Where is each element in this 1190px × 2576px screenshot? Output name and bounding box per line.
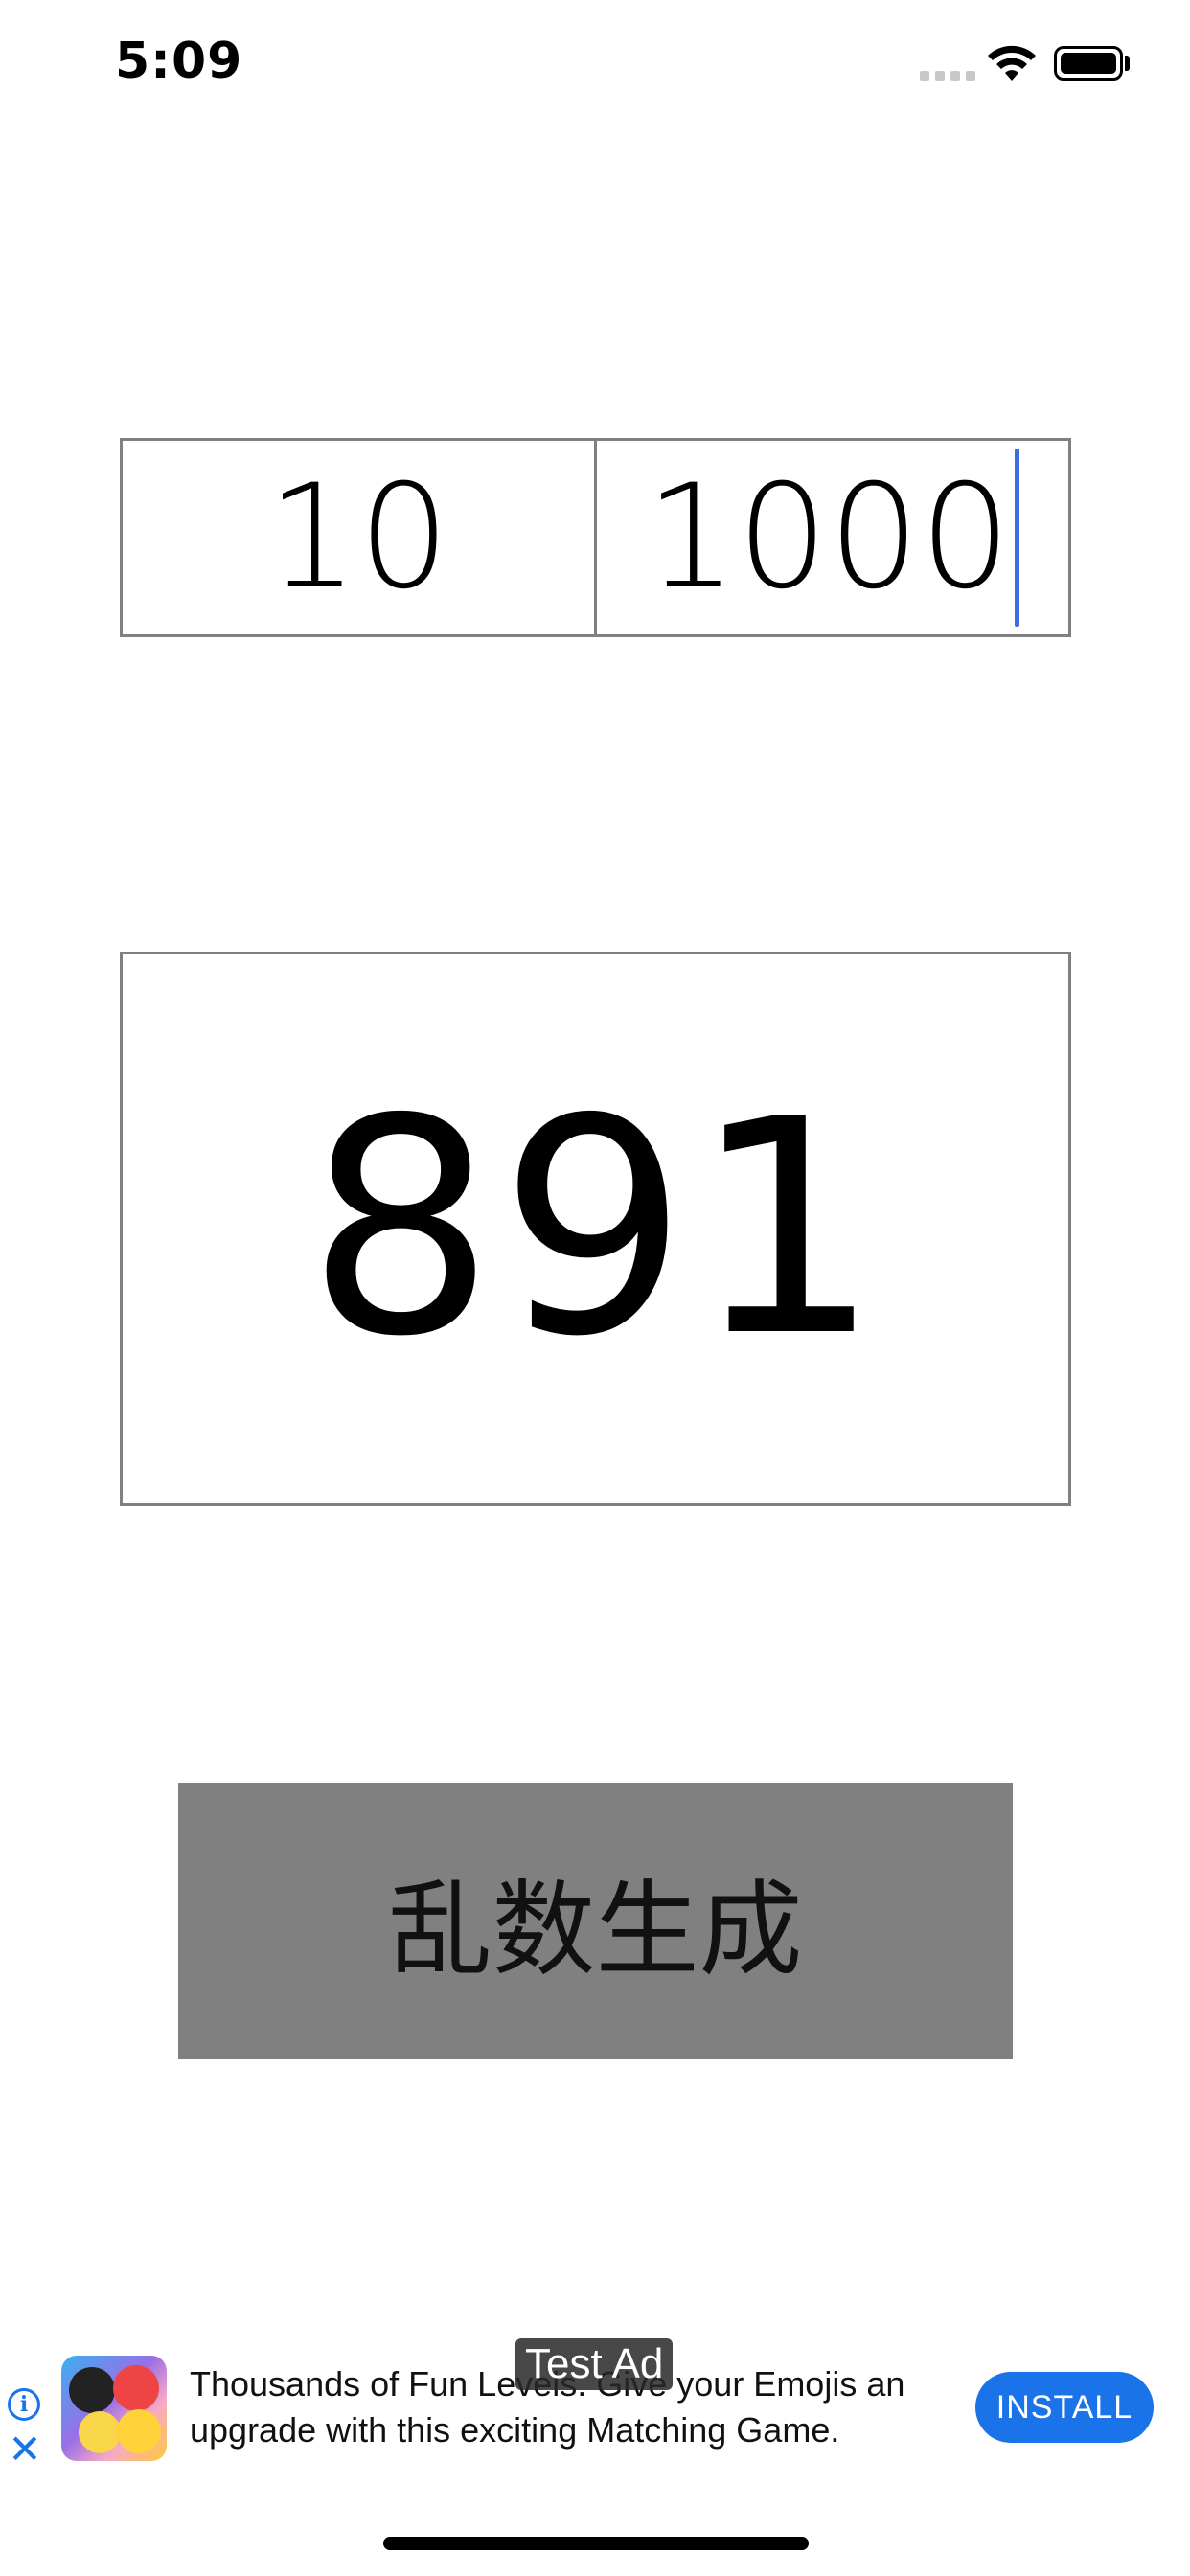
home-indicator[interactable]	[383, 2537, 809, 2550]
status-time: 5:09	[115, 33, 243, 90]
ad-text-line-2: upgrade with this exciting Matching Game…	[190, 2410, 840, 2450]
info-icon[interactable]: i	[8, 2388, 40, 2421]
cellular-signal-icon	[920, 71, 975, 80]
min-value-field[interactable]: 10	[123, 441, 594, 634]
ad-app-icon[interactable]	[61, 2356, 167, 2461]
generate-random-button[interactable]: 乱数生成	[178, 1783, 1013, 2058]
close-icon[interactable]: ✕	[6, 2429, 44, 2470]
wifi-icon	[988, 45, 1036, 80]
test-ad-label: Test Ad	[515, 2338, 674, 2390]
text-caret	[1015, 448, 1020, 627]
result-value: 891	[306, 1055, 885, 1402]
battery-icon	[1054, 46, 1123, 80]
install-button[interactable]: INSTALL	[975, 2372, 1154, 2443]
ad-banner[interactable]: i ✕ Thousands of Fun Levels. Give your E…	[0, 2338, 1190, 2482]
max-value-text: 1000	[645, 454, 1012, 621]
min-value-text: 10	[266, 454, 450, 621]
max-value-field[interactable]: 1000	[594, 441, 1068, 634]
range-inputs: 10 1000	[120, 438, 1071, 637]
battery-tip	[1125, 56, 1130, 71]
result-display: 891	[120, 952, 1071, 1506]
